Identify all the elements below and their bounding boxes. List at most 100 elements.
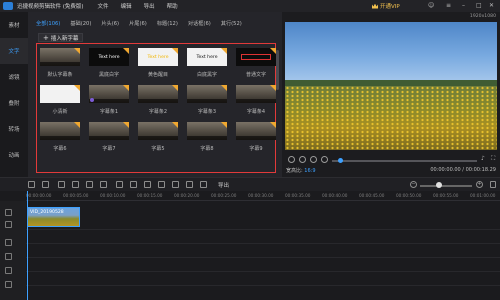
delete-icon[interactable]: [72, 181, 79, 188]
subtitle-card-label: 字幕条3: [197, 109, 217, 115]
track-divider: [26, 243, 500, 244]
ruler-tick-label: 00:00:20.00: [174, 193, 200, 198]
zoom-slider-track[interactable]: [420, 185, 472, 187]
music-track-icon[interactable]: [5, 267, 12, 274]
nav-item-filter[interactable]: 滤镜: [0, 64, 28, 90]
next-frame-icon[interactable]: [321, 156, 328, 163]
undo-icon[interactable]: [28, 181, 35, 188]
video-track-lock-icon[interactable]: [5, 221, 12, 228]
subtitle-card[interactable]: 字幕条2: [138, 85, 178, 115]
fit-timeline-icon[interactable]: [490, 181, 496, 188]
playback-progress-knob[interactable]: [338, 158, 343, 163]
subtitle-thumbnail: [138, 85, 178, 103]
tab-all[interactable]: 全部(106): [36, 20, 60, 27]
stop-icon[interactable]: [299, 156, 306, 163]
menu-item-file[interactable]: 文件: [98, 2, 109, 10]
subtitle-card-label: 白底黑字: [196, 72, 217, 78]
subtitle-card[interactable]: 字幕5: [138, 122, 178, 152]
resolution-label: 1920x1080: [469, 14, 496, 19]
menu-icon[interactable]: ≡: [446, 2, 451, 9]
subtitle-card[interactable]: 字幕条3: [187, 85, 227, 115]
subtitle-card[interactable]: 小清新: [40, 85, 80, 115]
aspect-ratio[interactable]: 宽高比: 16:9: [286, 167, 316, 174]
ruler-tick-label: 00:00:10.00: [100, 193, 126, 198]
zoom-out-icon[interactable]: −: [410, 181, 417, 188]
tab-dialog[interactable]: 对话框(6): [188, 20, 211, 27]
prev-frame-icon[interactable]: [310, 156, 317, 163]
zoom-slider-knob[interactable]: [436, 182, 442, 188]
minimize-icon[interactable]: –: [462, 2, 465, 9]
mosaic-icon[interactable]: [130, 181, 137, 188]
text-track-icon[interactable]: [5, 253, 12, 260]
volume-icon[interactable]: ♪: [481, 155, 485, 162]
tab-title[interactable]: 标题(12): [157, 20, 178, 27]
tab-opening[interactable]: 片头(6): [101, 20, 119, 27]
user-icon[interactable]: ☺: [428, 2, 434, 9]
redo-icon[interactable]: [42, 181, 49, 188]
subtitle-card[interactable]: 默认字幕条: [40, 48, 80, 78]
vip-button[interactable]: 开通VIP: [372, 2, 400, 10]
crop-icon[interactable]: [100, 181, 107, 188]
voiceover-icon[interactable]: [200, 181, 207, 188]
preview-sunflower-field: [285, 86, 497, 150]
subtitle-card[interactable]: 字幕9: [236, 122, 276, 152]
menu-item-help[interactable]: 帮助: [167, 2, 178, 10]
subtitle-bar: [138, 99, 178, 103]
ruler-tick-label: 00:00:25.00: [211, 193, 237, 198]
download-corner-icon: [221, 85, 227, 91]
ruler-tick-label: 00:00:00.00: [26, 193, 52, 198]
menu-item-edit[interactable]: 编辑: [121, 2, 132, 10]
menu-item-export[interactable]: 导出: [144, 2, 155, 10]
subtitle-card[interactable]: 字幕条1: [89, 85, 129, 115]
playback-progress-track[interactable]: [332, 160, 477, 162]
subtitle-card[interactable]: 字幕条4: [236, 85, 276, 115]
badge-icon: [90, 98, 94, 102]
duration-icon[interactable]: [158, 181, 165, 188]
speed-icon[interactable]: [116, 181, 123, 188]
subtitle-card[interactable]: 字幕7: [89, 122, 129, 152]
subtitle-card[interactable]: 字幕6: [40, 122, 80, 152]
record-icon[interactable]: [172, 181, 179, 188]
maximize-icon[interactable]: □: [476, 2, 482, 9]
tab-basic[interactable]: 基础(20): [70, 20, 91, 27]
subtitle-thumbnail: [40, 48, 80, 66]
fullscreen-icon[interactable]: ⛶: [491, 155, 495, 163]
subtitle-thumbnail: [187, 85, 227, 103]
edit-icon[interactable]: [58, 181, 65, 188]
download-corner-icon: [270, 122, 276, 128]
freeze-icon[interactable]: [144, 181, 151, 188]
ruler-tick-label: 00:00:35.00: [285, 193, 311, 198]
subtitle-sample-text: Text here: [98, 54, 120, 60]
nav-item-transition[interactable]: 转场: [0, 116, 28, 142]
nav-item-overlay[interactable]: 叠附: [0, 90, 28, 116]
playhead[interactable]: [27, 191, 28, 300]
overlay-track-icon[interactable]: [5, 239, 12, 246]
add-subtitle-button[interactable]: + 插入新字幕: [38, 33, 84, 42]
audio-icon[interactable]: [186, 181, 193, 188]
subtitle-card[interactable]: 字幕8: [187, 122, 227, 152]
ruler-tick-label: 00:00:40.00: [322, 193, 348, 198]
nav-item-text[interactable]: 文字: [0, 38, 28, 64]
tab-ending[interactable]: 片尾(6): [129, 20, 147, 27]
playback-controls: ♪ ⛶: [286, 153, 498, 165]
nav-item-animation[interactable]: 动画: [0, 142, 28, 168]
zoom-in-icon[interactable]: +: [476, 181, 483, 188]
edit-toolbar: 导出 − +: [0, 177, 500, 191]
split-icon[interactable]: [86, 181, 93, 188]
play-icon[interactable]: [288, 156, 295, 163]
voice-track-icon[interactable]: [5, 281, 12, 288]
ruler-tick-label: 00:00:45.00: [359, 193, 385, 198]
panel-scrollbar[interactable]: [276, 50, 279, 90]
tab-other[interactable]: 其行(52): [221, 20, 242, 27]
timeline-ruler[interactable]: 00:00:00.00 00:00:05.00 00:00:10.00 00:00:1…: [26, 191, 500, 201]
subtitle-card[interactable]: Text here 白底黑字: [187, 48, 227, 78]
subtitle-card[interactable]: Text here 黑底白字: [89, 48, 129, 78]
video-clip[interactable]: VID_20190528: [27, 207, 80, 227]
left-nav: 素材 文字 滤镜 叠附 转场 动画 配乐: [0, 12, 28, 185]
export-button[interactable]: 导出: [218, 181, 229, 189]
close-icon[interactable]: ✕: [489, 2, 494, 9]
video-track-icon[interactable]: [5, 209, 12, 216]
subtitle-card[interactable]: 普通文字: [236, 48, 276, 78]
subtitle-card[interactable]: Text here 黄色醒目: [138, 48, 178, 78]
nav-item-material[interactable]: 素材: [0, 12, 28, 38]
